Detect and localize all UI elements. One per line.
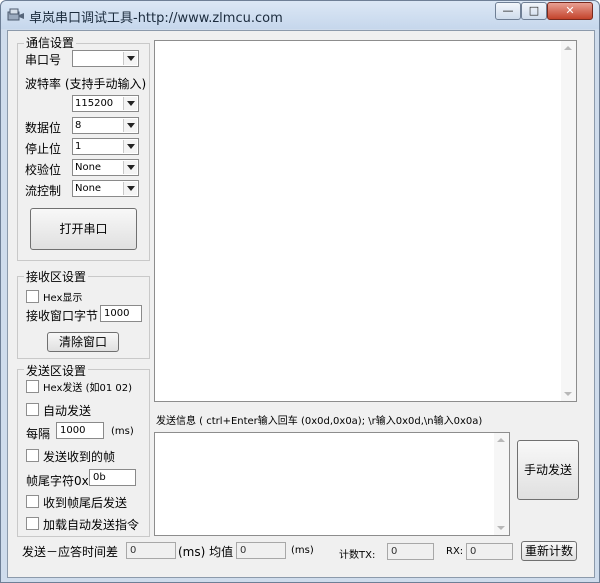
interval-unit: (ms) (111, 426, 134, 437)
frame-tail-label: 帧尾字符0x (26, 474, 89, 488)
hex-display-label: Hex显示 (43, 293, 83, 304)
maximize-button[interactable]: □ (521, 2, 547, 20)
scroll-down-icon[interactable] (564, 392, 572, 396)
hex-send-label: Hex发送 (如01 02) (43, 383, 133, 394)
close-button[interactable]: ✕ (547, 2, 593, 20)
send-after-tail-label: 收到帧尾后发送 (43, 496, 128, 510)
send-settings-title: 发送区设置 (24, 362, 89, 379)
parity-value: None (75, 162, 102, 173)
receive-scrollbar[interactable] (561, 41, 576, 401)
rx-label: RX: (446, 546, 464, 557)
recv-settings-title: 接收区设置 (24, 268, 89, 285)
hex-display-checkbox[interactable] (26, 290, 39, 303)
scroll-down-icon[interactable] (497, 526, 505, 530)
send-after-tail-checkbox[interactable] (26, 495, 39, 508)
receive-textarea[interactable] (154, 40, 577, 402)
window-title: 卓岚串口调试工具-http://www.zlmcu.com (29, 11, 283, 26)
scroll-up-icon[interactable] (564, 46, 572, 50)
send-info-label: 发送信息 ( ctrl+Enter输入回车 (0x0d,0x0a); \r输入0… (156, 416, 483, 427)
stopbits-select[interactable]: 1 (72, 138, 139, 155)
databits-label: 数据位 (25, 121, 62, 135)
send-received-frame-checkbox[interactable] (26, 449, 39, 462)
window-bytes-label: 接收窗口字节 (26, 309, 99, 323)
chevron-down-icon[interactable] (123, 161, 137, 174)
client-area: 通信设置 串口号 波特率 (支持手动输入) 115200 数据位 8 停止位 1… (7, 30, 595, 578)
clear-window-button[interactable]: 清除窗口 (47, 332, 119, 352)
frame-tail-input[interactable]: 0b (89, 469, 136, 486)
auto-send-checkbox[interactable] (26, 403, 39, 416)
chevron-down-icon[interactable] (123, 52, 137, 65)
open-port-button[interactable]: 打开串口 (30, 208, 137, 250)
reset-count-button[interactable]: 重新计数 (521, 541, 577, 561)
ms-unit: (ms) (291, 545, 314, 556)
scroll-up-icon[interactable] (497, 438, 505, 442)
ms-avg-label: (ms) 均值 (178, 545, 234, 559)
rx-count-value: 0 (466, 543, 513, 560)
window-bytes-input[interactable]: 1000 (100, 305, 142, 322)
stopbits-label: 停止位 (25, 142, 62, 156)
send-scrollbar[interactable] (494, 433, 509, 535)
port-label: 串口号 (25, 53, 62, 67)
databits-value: 8 (75, 120, 82, 131)
response-time-label: 发送－应答时间差 (22, 545, 119, 559)
port-select[interactable] (72, 50, 139, 67)
baud-select[interactable]: 115200 (72, 95, 139, 112)
chevron-down-icon[interactable] (123, 97, 137, 110)
flow-select[interactable]: None (72, 180, 139, 197)
send-received-frame-label: 发送收到的帧 (43, 450, 116, 464)
avg-value: 0 (236, 542, 286, 559)
chevron-down-icon[interactable] (123, 140, 137, 153)
interval-label: 每隔 (26, 427, 51, 441)
flow-label: 流控制 (25, 184, 62, 198)
load-auto-cmd-checkbox[interactable] (26, 517, 39, 530)
chevron-down-icon[interactable] (123, 182, 137, 195)
load-auto-cmd-label: 加载自动发送指令 (43, 518, 140, 532)
chevron-down-icon[interactable] (123, 119, 137, 132)
app-icon (7, 8, 24, 21)
interval-input[interactable]: 1000 (56, 422, 104, 439)
response-time-value: 0 (126, 542, 176, 559)
title-bar[interactable]: 卓岚串口调试工具-http://www.zlmcu.com — □ ✕ (1, 1, 599, 29)
tx-count-value: 0 (387, 543, 434, 560)
flow-value: None (75, 183, 102, 194)
send-textarea[interactable] (154, 432, 510, 536)
comm-settings-title: 通信设置 (24, 34, 77, 51)
baud-label: 波特率 (支持手动输入) (25, 77, 147, 91)
baud-value: 115200 (75, 98, 114, 109)
hex-send-checkbox[interactable] (26, 380, 39, 393)
app-window: 卓岚串口调试工具-http://www.zlmcu.com — □ ✕ 通信设置… (0, 0, 600, 583)
minimize-button[interactable]: — (495, 2, 521, 20)
parity-label: 校验位 (25, 163, 62, 177)
databits-select[interactable]: 8 (72, 117, 139, 134)
stopbits-value: 1 (75, 141, 82, 152)
auto-send-label: 自动发送 (43, 404, 92, 418)
manual-send-button[interactable]: 手动发送 (517, 440, 579, 500)
count-tx-label: 计数TX: (339, 550, 376, 561)
parity-select[interactable]: None (72, 159, 139, 176)
